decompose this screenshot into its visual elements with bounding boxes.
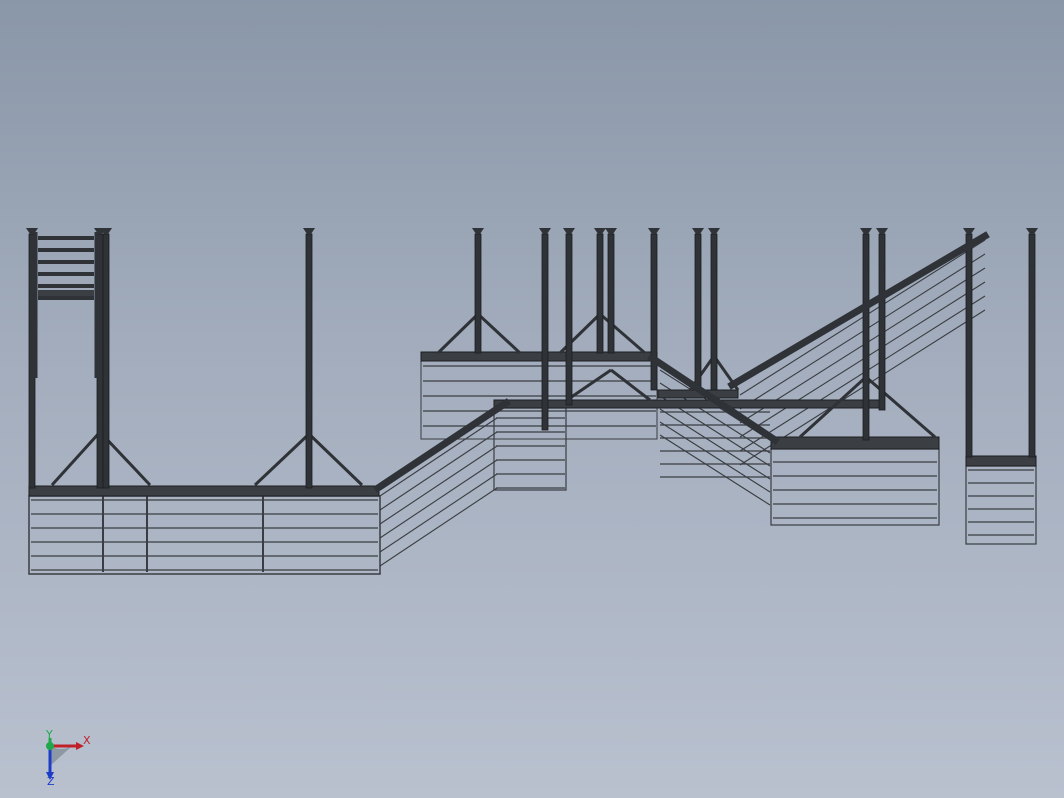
platform-deck <box>965 455 1037 467</box>
structure-model[interactable] <box>0 0 1064 798</box>
ladder-landing <box>38 290 94 296</box>
platform-deck <box>493 399 885 409</box>
brace <box>307 432 364 487</box>
brace <box>253 432 311 487</box>
stair-cable <box>379 445 498 525</box>
column-cap <box>605 228 617 234</box>
column <box>607 233 615 354</box>
column <box>565 233 573 406</box>
z-axis-label: Z <box>47 775 55 786</box>
brace <box>50 430 102 487</box>
column <box>650 233 658 391</box>
railing-frame <box>770 448 940 526</box>
column <box>1028 233 1036 458</box>
y-axis-label: Y <box>45 730 53 741</box>
railing-frame <box>965 465 1037 545</box>
stair-cable <box>739 295 986 452</box>
brace <box>599 312 646 355</box>
column-cap <box>708 228 720 234</box>
ladder-rung <box>38 296 94 300</box>
ladder-cage <box>34 232 98 378</box>
column-cap <box>539 228 551 234</box>
railing-frame <box>28 495 381 575</box>
stair-cable <box>379 473 498 553</box>
column <box>28 233 36 489</box>
brace <box>436 312 480 355</box>
ladder-rung <box>38 272 94 276</box>
stair-cable <box>659 408 771 480</box>
cad-viewport[interactable]: X Y Z <box>0 0 1064 798</box>
coordinate-triad: X Y Z <box>45 730 91 786</box>
column-cap <box>594 228 606 234</box>
column <box>305 233 313 489</box>
column-cap <box>876 228 888 234</box>
column <box>596 233 604 354</box>
column-cap <box>692 228 704 234</box>
ladder-rung <box>38 284 94 288</box>
ladder-rung <box>38 236 94 240</box>
stair-cable <box>739 239 986 396</box>
column-cap <box>963 228 975 234</box>
stair-stringer <box>373 398 511 493</box>
brace <box>476 312 522 355</box>
railing-frame <box>493 407 567 491</box>
column <box>102 233 110 489</box>
platform-deck <box>770 436 940 450</box>
column-cap <box>303 228 315 234</box>
triad-origin <box>46 742 54 750</box>
x-axis-label: X <box>83 734 91 747</box>
stair-cable <box>379 487 498 567</box>
column-cap <box>648 228 660 234</box>
ladder-rung <box>38 248 94 252</box>
column-cap <box>1026 228 1038 234</box>
column-cap <box>563 228 575 234</box>
column <box>965 233 973 458</box>
column <box>694 233 702 391</box>
column <box>862 233 870 441</box>
column <box>878 233 886 411</box>
ladder-rung <box>38 260 94 264</box>
column <box>541 233 549 431</box>
triad-shade <box>50 746 72 766</box>
stair-cable <box>659 434 771 506</box>
platform-deck <box>420 351 658 362</box>
stair-cable <box>739 253 986 410</box>
column-cap <box>472 228 484 234</box>
column <box>710 233 718 391</box>
column <box>96 233 104 489</box>
column <box>474 233 482 354</box>
column-cap <box>860 228 872 234</box>
platform-deck <box>28 485 380 497</box>
stair-cable <box>379 417 498 497</box>
